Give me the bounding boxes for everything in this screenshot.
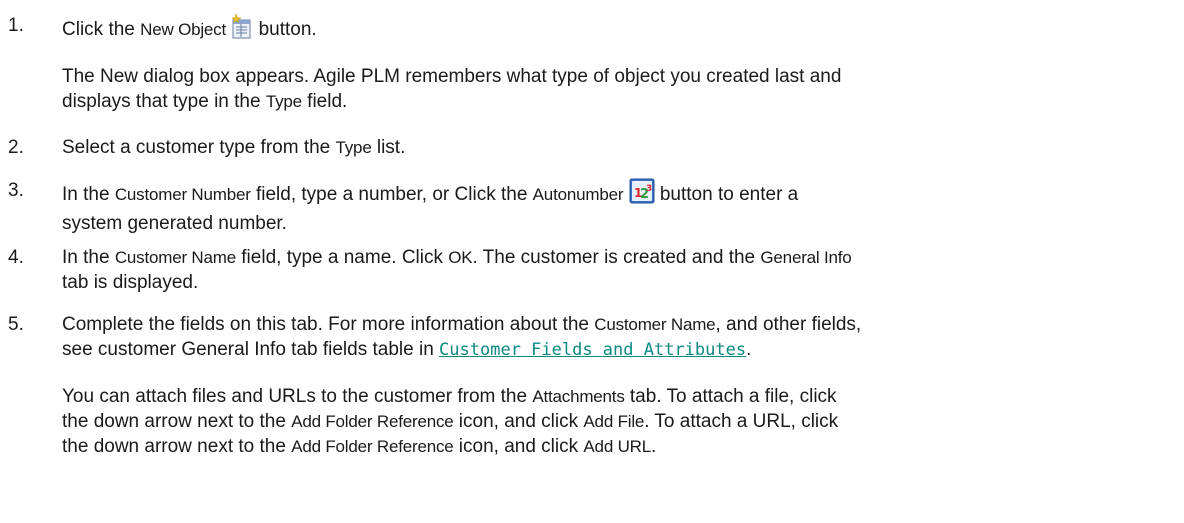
note-text: tab. To attach a file, click — [624, 386, 837, 407]
autonumber-icon: 1 2 3 — [629, 178, 655, 211]
ui-label-attachments: Attachments — [532, 387, 625, 406]
step-text: Complete the fields on this tab. For mor… — [62, 314, 595, 335]
step-number: 3. — [8, 180, 24, 201]
step-text: Select a customer type from the — [62, 137, 336, 158]
ui-label-autonumber: Autonumber — [532, 185, 624, 204]
note-text: the down arrow next to the — [62, 411, 292, 432]
ui-label-add-folder-reference: Add Folder Reference — [291, 437, 454, 456]
step-3: 3. In the Customer Number field, type a … — [8, 178, 1168, 236]
note-text: You can attach files and URLs to the cus… — [62, 386, 533, 407]
step-4: 4. In the Customer Name field, type a na… — [8, 245, 1168, 295]
note-paragraph-1: The New dialog box appears. Agile PLM re… — [62, 64, 1168, 114]
step-text: . — [746, 339, 752, 360]
note-line: the down arrow next to the Add Folder Re… — [62, 409, 1168, 434]
ui-label-type: Type — [265, 92, 302, 111]
step-number: 4. — [8, 247, 24, 268]
note-paragraph-2: You can attach files and URLs to the cus… — [62, 384, 1168, 459]
step-1: 1. Click the New Object button. — [8, 13, 1168, 46]
ui-label-customer-name: Customer Name — [114, 248, 236, 267]
step-text-end: list. — [371, 137, 406, 158]
svg-text:3: 3 — [646, 184, 652, 194]
step-number: 5. — [8, 314, 24, 335]
step-text-end: button. — [253, 19, 317, 40]
note-text: field. — [301, 91, 348, 112]
step-text: In the — [62, 247, 115, 268]
note-text: icon, and click — [453, 411, 584, 432]
note-text: icon, and click — [453, 436, 584, 457]
step-text-line2: tab is displayed. — [62, 272, 199, 293]
note-line: The New dialog box appears. Agile PLM re… — [62, 66, 842, 87]
step-text: see customer General Info tab fields tab… — [62, 339, 440, 360]
new-object-icon — [231, 13, 253, 46]
step-text: Click the — [62, 19, 141, 40]
note-text: . — [651, 436, 657, 457]
note-line: the down arrow next to the Add Folder Re… — [62, 434, 1168, 459]
document: 1. Click the New Object button. The New … — [0, 0, 1184, 523]
ui-label-type: Type — [335, 138, 372, 157]
step-number: 1. — [8, 15, 24, 36]
step-text: , and other fields, — [715, 314, 862, 335]
ui-label-new-object: New Object — [140, 20, 227, 39]
ui-label-add-file: Add File — [583, 412, 645, 431]
step-text: field, type a name. Click — [236, 247, 449, 268]
step-text: field, type a number, or Click the — [250, 184, 533, 205]
ui-label-customer-number: Customer Number — [114, 185, 251, 204]
step-text: . The customer is created and the — [472, 247, 761, 268]
note-line: You can attach files and URLs to the cus… — [62, 384, 1168, 409]
step-number: 2. — [8, 137, 24, 158]
step-text-end: button to enter a — [654, 184, 799, 205]
ui-label-ok: OK — [448, 248, 473, 267]
note-line: displays that type in the Type field. — [62, 89, 1168, 114]
note-text: the down arrow next to the — [62, 436, 292, 457]
step-5: 5. Complete the fields on this tab. For … — [8, 312, 1168, 363]
ui-label-customer-name: Customer Name — [594, 315, 716, 334]
note-text: displays that type in the — [62, 91, 266, 112]
step-text-line2: system generated number. — [62, 213, 287, 234]
ui-label-add-folder-reference: Add Folder Reference — [291, 412, 454, 431]
ui-label-add-url: Add URL — [583, 437, 652, 456]
step-2: 2. Select a customer type from the Type … — [8, 135, 1168, 160]
note-text: . To attach a URL, click — [644, 411, 839, 432]
customer-fields-link[interactable]: Customer Fields and Attributes — [439, 340, 746, 360]
ui-label-general-info: General Info — [760, 248, 852, 267]
step-text: In the — [62, 184, 115, 205]
